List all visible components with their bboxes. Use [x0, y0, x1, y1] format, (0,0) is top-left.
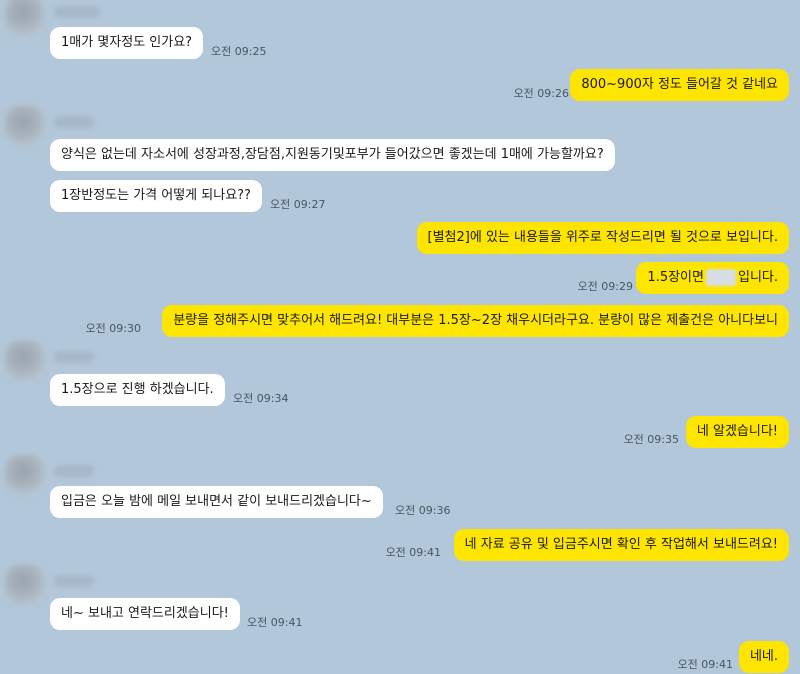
- message-bubble-outgoing[interactable]: 네네.: [738, 641, 789, 673]
- message-text: 1.5장이면: [647, 270, 704, 285]
- message-bubble-incoming[interactable]: 1.5장으로 진행 하겠습니다.: [50, 374, 225, 406]
- sender-name: [54, 465, 94, 477]
- avatar[interactable]: [5, 455, 45, 495]
- message-time: 오전 09:30: [85, 322, 141, 335]
- sender-name: [54, 116, 94, 128]
- sender-name: [54, 351, 94, 363]
- message-time: 오전 09:34: [233, 392, 289, 405]
- message-bubble-incoming[interactable]: 네~ 보내고 연락드리겠습니다!: [50, 598, 240, 630]
- sender-name: [54, 575, 94, 587]
- message-bubble-incoming[interactable]: 양식은 없는데 자소서에 성장과정,장담점,지원동기및포부가 들어갔으면 좋겠는…: [50, 139, 615, 171]
- redacted-price: [705, 269, 736, 286]
- message-bubble-outgoing[interactable]: 네 알겠습니다!: [685, 416, 789, 448]
- message-time: 오전 09:27: [270, 198, 326, 211]
- message-bubble-outgoing[interactable]: [별첨2]에 있는 내용들을 위주로 작성드리면 될 것으로 보입니다.: [416, 222, 789, 254]
- avatar[interactable]: [5, 341, 45, 381]
- message-time: 오전 09:29: [577, 280, 633, 293]
- message-bubble-incoming[interactable]: 1장반정도는 가격 어떻게 되나요??: [50, 180, 262, 212]
- message-time: 오전 09:26: [513, 87, 569, 100]
- message-bubble-outgoing[interactable]: 1.5장이면 입니다.: [636, 262, 789, 294]
- message-bubble-outgoing[interactable]: 네 자료 공유 및 입금주시면 확인 후 작업해서 보내드려요!: [453, 529, 789, 561]
- message-time: 오전 09:35: [623, 433, 679, 446]
- avatar[interactable]: [5, 565, 45, 605]
- message-bubble-outgoing[interactable]: 800~900자 정도 들어갈 것 같네요: [570, 69, 789, 101]
- avatar[interactable]: [5, 106, 45, 146]
- message-time: 오전 09:25: [211, 45, 267, 58]
- message-time: 오전 09:41: [677, 658, 733, 671]
- message-text: 입니다.: [737, 270, 778, 285]
- message-bubble-incoming[interactable]: 입금은 오늘 밤에 메일 보내면서 같이 보내드리겠습니다~: [50, 486, 383, 518]
- message-time: 오전 09:41: [385, 546, 441, 559]
- chat-room: 1매가 몇자정도 인가요? 오전 09:25 오전 09:26 800~900자…: [0, 0, 800, 674]
- message-bubble-outgoing[interactable]: 분량을 정해주시면 맞추어서 해드려요! 대부분은 1.5장~2장 채우시더라구…: [162, 305, 789, 337]
- message-time: 오전 09:41: [247, 616, 303, 629]
- message-time: 오전 09:36: [395, 504, 451, 517]
- avatar[interactable]: [5, 0, 45, 36]
- message-bubble-incoming[interactable]: 1매가 몇자정도 인가요?: [50, 27, 204, 59]
- sender-name: [54, 6, 100, 18]
